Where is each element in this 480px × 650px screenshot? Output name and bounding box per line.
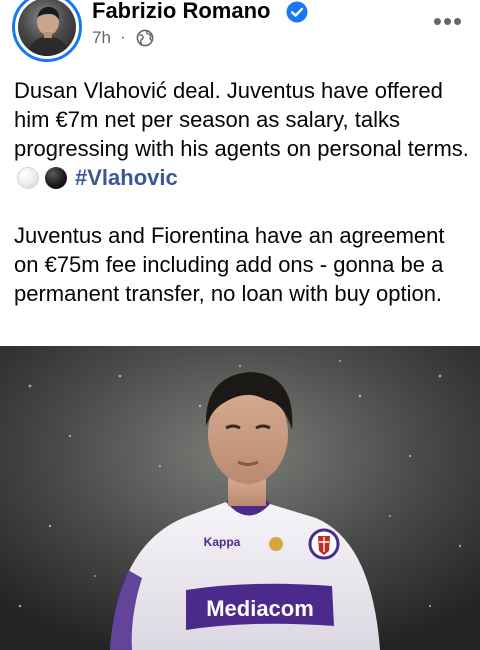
- post-text: Dusan Vlahović deal. Juventus have offer…: [14, 76, 474, 308]
- more-options-button[interactable]: •••: [428, 6, 468, 36]
- post-photo[interactable]: Mediacom Kappa: [0, 346, 480, 650]
- avatar-image: [18, 0, 76, 56]
- author-name[interactable]: Fabrizio Romano: [92, 0, 270, 24]
- post-timestamp[interactable]: 7h: [92, 28, 111, 48]
- fiorentina-crest-icon: [308, 528, 340, 560]
- post-header: Fabrizio Romano 7h · •••: [0, 0, 480, 62]
- verified-badge-icon: [286, 1, 308, 23]
- post-paragraph-2: Juventus and Fiorentina have an agreemen…: [14, 223, 445, 306]
- hashtag-link[interactable]: #Vlahovic: [75, 165, 178, 190]
- jersey-badge-icon: [269, 537, 283, 551]
- more-dots-icon: •••: [432, 6, 464, 36]
- white-circle-emoji: [17, 167, 39, 189]
- jersey-brand-text: Kappa: [204, 535, 241, 549]
- avatar[interactable]: [12, 0, 82, 62]
- meta-separator: ·: [120, 27, 126, 46]
- globe-icon: [136, 29, 154, 47]
- post-paragraph-1-text: Dusan Vlahović deal. Juventus have offer…: [14, 78, 469, 161]
- avatar-portrait-icon: [26, 6, 70, 56]
- player-photo-illustration: Mediacom Kappa: [0, 346, 480, 650]
- black-circle-emoji: [45, 167, 67, 189]
- jersey-sponsor-text: Mediacom: [206, 596, 314, 621]
- post-paragraph-1: Dusan Vlahović deal. Juventus have offer…: [14, 76, 474, 192]
